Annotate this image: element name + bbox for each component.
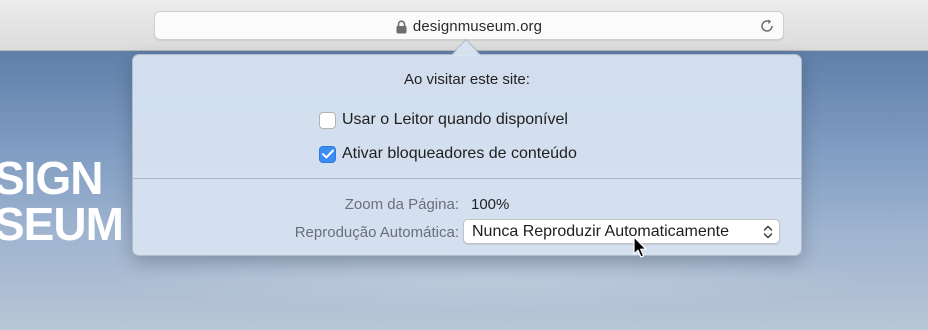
- divider: [133, 178, 801, 179]
- chevron-up-down-icon: [763, 225, 773, 239]
- site-logo-line-2: SEUM: [0, 198, 124, 250]
- autoplay-select[interactable]: Nunca Reproduzir Automaticamente: [463, 219, 780, 244]
- content-blockers-label: Ativar bloqueadores de conteúdo: [342, 145, 577, 162]
- site-logo-line-1: SIGN: [0, 152, 103, 204]
- zoom-value: 100%: [471, 196, 510, 213]
- lock-icon: [396, 19, 407, 34]
- url-text: designmuseum.org: [412, 18, 543, 35]
- popover-arrow: [450, 38, 482, 56]
- content-blockers-option[interactable]: Ativar bloqueadores de conteúdo: [319, 145, 577, 163]
- reader-option[interactable]: Usar o Leitor quando disponível: [319, 111, 568, 129]
- address-bar[interactable]: designmuseum.org: [154, 11, 784, 40]
- reader-option-label: Usar o Leitor quando disponível: [342, 111, 568, 128]
- content-blockers-checkbox[interactable]: [319, 145, 336, 163]
- reload-icon[interactable]: [759, 18, 775, 34]
- autoplay-select-value: Nunca Reproduzir Automaticamente: [472, 223, 730, 240]
- cloud-decoration: [110, 251, 870, 311]
- popover-title: Ao visitar este site:: [404, 71, 530, 88]
- autoplay-label: Reprodução Automática:: [294, 224, 459, 241]
- checkmark-icon: [321, 149, 334, 159]
- mouse-cursor-icon: [633, 236, 647, 258]
- reader-checkbox[interactable]: [319, 111, 336, 129]
- site-logo: SIGN SEUM: [0, 152, 124, 250]
- zoom-label: Zoom da Página:: [344, 196, 459, 213]
- website-settings-popover: Ao visitar este site: Usar o Leitor quan…: [132, 54, 802, 256]
